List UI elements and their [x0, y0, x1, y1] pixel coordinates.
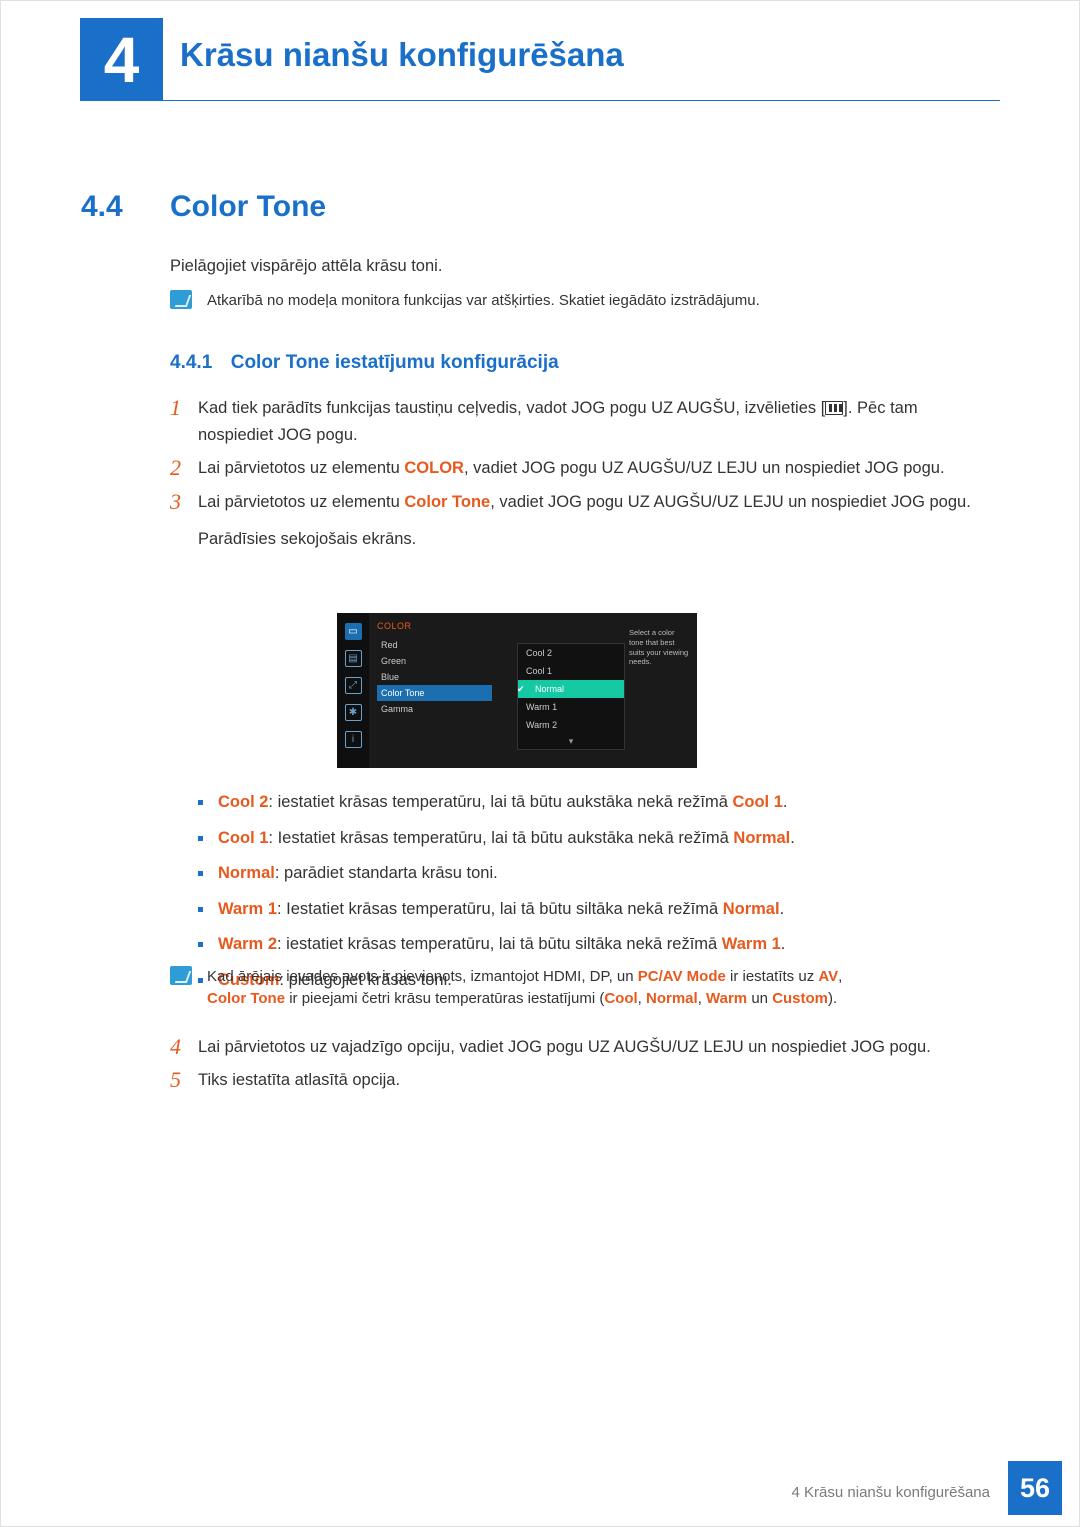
step-2-color: COLOR — [404, 459, 464, 477]
osd-sub-normal-label: Normal — [535, 684, 564, 694]
note2-c1: , — [638, 990, 646, 1007]
osd-sidebar-resize-icon: ⤢ — [345, 677, 362, 694]
bullet-cool2: Cool 2: iestatiet krāsas temperatūru, la… — [198, 790, 988, 816]
osd-menu-item-green: Green — [377, 653, 492, 669]
steps-list: 1 Kad tiek parādīts funkcijas taustiņu c… — [170, 395, 990, 559]
osd-sub-normal: Normal — [518, 680, 624, 698]
step-4-body: Lai pārvietotos uz vajadzīgo opciju, vad… — [198, 1034, 931, 1061]
note2-pcav: PC/AV Mode — [638, 968, 726, 985]
subsection-number: 4.4.1 — [170, 352, 212, 373]
bullet-cool1-dot: . — [790, 829, 795, 847]
step-2-body: Lai pārvietotos uz elementu COLOR, vadie… — [198, 455, 945, 482]
osd-menu-item-color-tone: Color Tone — [377, 685, 492, 701]
note-icon — [170, 290, 192, 309]
bullet-cool1-ref: Normal — [733, 829, 790, 847]
note2-normal: Normal — [646, 990, 698, 1007]
osd-menu-item-red: Red — [377, 637, 492, 653]
osd-menu: COLOR Red Green Blue Color Tone Gamma — [377, 621, 492, 717]
note2-l1a: Kad ārējais ievades avots ir pievienots,… — [207, 968, 638, 985]
osd-submenu: Cool 2 Cool 1 Normal Warm 1 Warm 2 ▾ — [517, 643, 625, 750]
step-3-body: Lai pārvietotos uz elementu Color Tone, … — [198, 489, 971, 553]
note2-l1c: , — [838, 968, 842, 985]
subsection-heading: 4.4.1 Color Tone iestatījumu konfigurāci… — [170, 352, 559, 374]
note-av-text: Kad ārējais ievades avots ir pievienots,… — [207, 966, 842, 1010]
bullet-warm1-ref: Normal — [723, 900, 780, 918]
osd-menu-item-blue: Blue — [377, 669, 492, 685]
note2-custom: Custom — [772, 990, 828, 1007]
step-2-text-b: , vadiet JOG pogu UZ AUGŠU/UZ LEJU un no… — [464, 459, 945, 477]
osd-screenshot: ▭ ▤ ⤢ ✱ i COLOR Red Green Blue Color Ton… — [337, 613, 697, 768]
step-number-2: 2 — [170, 455, 198, 482]
bullet-cool2-dot: . — [783, 793, 788, 811]
section-title: Color Tone — [170, 190, 326, 224]
note2-cool: Cool — [604, 990, 637, 1007]
step-number-4: 4 — [170, 1034, 198, 1061]
osd-menu-item-gamma: Gamma — [377, 701, 492, 717]
bullet-warm2-text: : iestatiet krāsas temperatūru, lai tā b… — [277, 935, 722, 953]
bullet-warm1-dot: . — [780, 900, 785, 918]
bullet-warm1: Warm 1: Iestatiet krāsas temperatūru, la… — [198, 897, 988, 923]
osd-sidebar-settings-icon: ✱ — [345, 704, 362, 721]
bullet-warm1-label: Warm 1 — [218, 900, 277, 918]
osd-menu-title: COLOR — [377, 621, 492, 631]
note2-un: un — [747, 990, 772, 1007]
menu-icon — [825, 401, 843, 415]
step-3-color-tone: Color Tone — [404, 493, 490, 511]
osd-sidebar-pip-icon: ▤ — [345, 650, 362, 667]
bullet-warm2-label: Warm 2 — [218, 935, 277, 953]
bullet-cool2-text: : iestatiet krāsas temperatūru, lai tā b… — [268, 793, 732, 811]
step-3-text-b: , vadiet JOG pogu UZ AUGŠU/UZ LEJU un no… — [490, 493, 971, 511]
osd-sub-arrow-down-icon: ▾ — [518, 734, 624, 749]
osd-sidebar-info-icon: i — [345, 731, 362, 748]
note-icon — [170, 966, 192, 985]
note2-av: AV — [818, 968, 838, 985]
step-1-body: Kad tiek parādīts funkcijas taustiņu ceļ… — [198, 395, 990, 449]
footer-chapter-text: 4 Krāsu nianšu konfigurēšana — [792, 1484, 990, 1501]
note-av-mode: Kad ārējais ievades avots ir pievienots,… — [170, 966, 990, 1010]
bullet-normal-text: : parādiet standarta krāsu toni. — [275, 864, 498, 882]
step-number-5: 5 — [170, 1067, 198, 1094]
osd-sub-cool2: Cool 2 — [518, 644, 624, 662]
bullet-warm2-dot: . — [781, 935, 786, 953]
bullet-normal: Normal: parādiet standarta krāsu toni. — [198, 861, 988, 887]
bullet-cool2-label: Cool 2 — [218, 793, 268, 811]
section-number: 4.4 — [81, 190, 123, 224]
bullet-cool1: Cool 1: Iestatiet krāsas temperatūru, la… — [198, 826, 988, 852]
bullet-cool2-ref: Cool 1 — [732, 793, 782, 811]
bullet-cool1-label: Cool 1 — [218, 829, 268, 847]
step-number-3: 3 — [170, 489, 198, 553]
bullet-warm2-ref: Warm 1 — [722, 935, 781, 953]
chapter-title: Krāsu nianšu konfigurēšana — [180, 36, 624, 74]
osd-sidebar: ▭ ▤ ⤢ ✱ i — [337, 613, 369, 768]
step-3-text-a: Lai pārvietotos uz elementu — [198, 493, 404, 511]
bullet-normal-label: Normal — [218, 864, 275, 882]
note2-l1b: ir iestatīts uz — [726, 968, 819, 985]
subsection-title: Color Tone iestatījumu konfigurācija — [231, 352, 559, 373]
note2-l2b: ). — [828, 990, 837, 1007]
osd-sub-warm1: Warm 1 — [518, 698, 624, 716]
note2-l2a: ir pieejami četri krāsu temperatūras ies… — [285, 990, 604, 1007]
section-intro: Pielāgojiet vispārējo attēla krāsu toni. — [170, 257, 442, 276]
step-1-text-a: Kad tiek parādīts funkcijas taustiņu ceļ… — [198, 399, 825, 417]
osd-sidebar-picture-icon: ▭ — [345, 623, 362, 640]
step-3-text-c: Parādīsies sekojošais ekrāns. — [198, 530, 416, 548]
note-text: Atkarībā no modeļa monitora funkcijas va… — [207, 290, 760, 312]
footer-page-number: 56 — [1008, 1461, 1062, 1515]
chapter-number-box: 4 — [80, 18, 163, 101]
step-5-body: Tiks iestatīta atlasītā opcija. — [198, 1067, 400, 1094]
osd-sub-warm2: Warm 2 — [518, 716, 624, 734]
note2-c2: , — [698, 990, 706, 1007]
steps-list-2: 4 Lai pārvietotos uz vajadzīgo opciju, v… — [170, 1034, 990, 1100]
note2-warm: Warm — [706, 990, 747, 1007]
osd-sub-cool1: Cool 1 — [518, 662, 624, 680]
note2-ct: Color Tone — [207, 990, 285, 1007]
bullet-cool1-text: : Iestatiet krāsas temperatūru, lai tā b… — [268, 829, 733, 847]
note-model-differences: Atkarībā no modeļa monitora funkcijas va… — [170, 290, 990, 312]
osd-help-text: Select a color tone that best suits your… — [629, 628, 689, 667]
bullet-warm1-text: : Iestatiet krāsas temperatūru, lai tā b… — [277, 900, 723, 918]
step-2-text-a: Lai pārvietotos uz elementu — [198, 459, 404, 477]
step-number-1: 1 — [170, 395, 198, 449]
chapter-divider — [80, 100, 1000, 101]
bullet-warm2: Warm 2: iestatiet krāsas temperatūru, la… — [198, 932, 988, 958]
